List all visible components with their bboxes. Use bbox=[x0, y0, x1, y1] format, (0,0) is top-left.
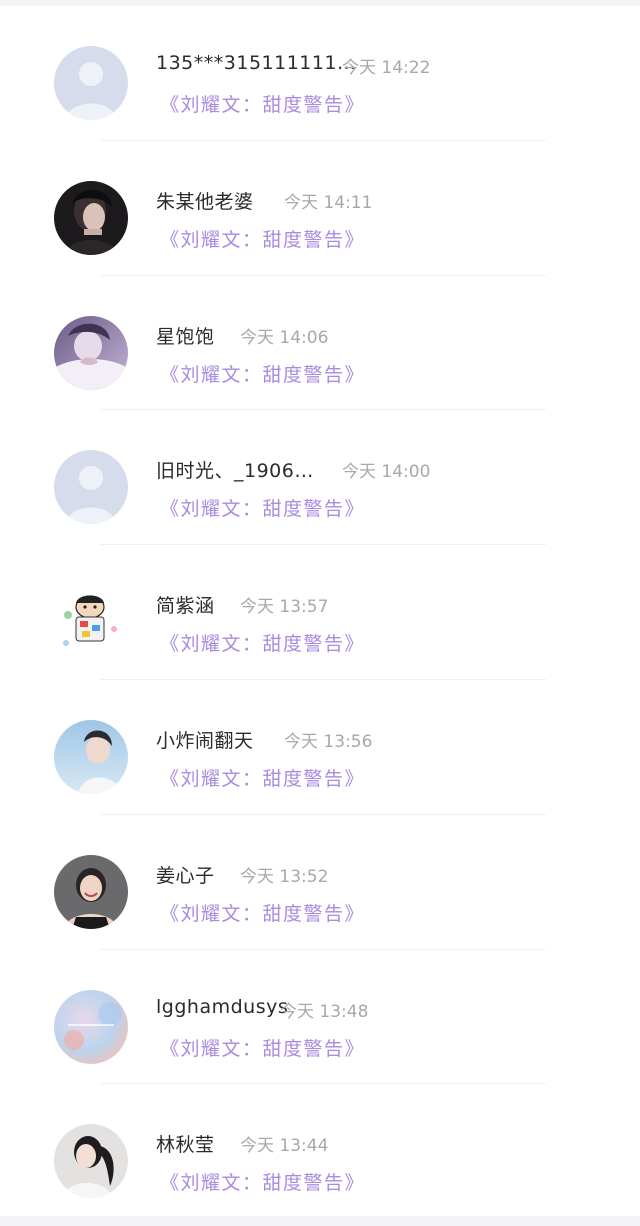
timestamp: 今天 13:56 bbox=[284, 731, 373, 752]
sender-name: 朱某他老婆 bbox=[156, 190, 254, 213]
sender-name: 简紫涵 bbox=[156, 595, 215, 618]
avatar[interactable] bbox=[54, 1124, 128, 1199]
avatar[interactable] bbox=[54, 315, 128, 390]
message-preview: 《刘耀文：甜度警告》 bbox=[160, 498, 366, 521]
ponytail-girl-image bbox=[54, 1124, 128, 1199]
purple-photo-image bbox=[54, 315, 128, 390]
bottom-edge bbox=[0, 1216, 640, 1226]
timestamp: 今天 13:44 bbox=[240, 1136, 329, 1157]
message-preview: 《刘耀文：甜度警告》 bbox=[160, 228, 366, 251]
message-preview: 《刘耀文：甜度警告》 bbox=[160, 633, 366, 656]
message-list: 135***315111111… 今天 14:22 《刘耀文：甜度警告》 朱某他… bbox=[0, 6, 640, 1219]
dark-portrait-image bbox=[54, 180, 128, 255]
sender-name: 星饱饱 bbox=[156, 325, 215, 348]
avatar[interactable] bbox=[54, 585, 128, 660]
message-preview: 《刘耀文：甜度警告》 bbox=[160, 1172, 366, 1195]
avatar[interactable] bbox=[54, 180, 128, 255]
blue-portrait-image bbox=[54, 719, 128, 794]
message-item[interactable]: 姜心子 今天 13:52 《刘耀文：甜度警告》 bbox=[0, 815, 640, 950]
message-item[interactable]: 135***315111111… 今天 14:22 《刘耀文：甜度警告》 bbox=[0, 6, 640, 141]
avatar[interactable] bbox=[54, 46, 128, 120]
sender-name: 林秋莹 bbox=[156, 1134, 215, 1157]
message-item[interactable]: 林秋莹 今天 13:44 《刘耀文：甜度警告》 bbox=[0, 1084, 640, 1219]
timestamp: 今天 14:11 bbox=[284, 192, 373, 213]
timestamp: 今天 14:06 bbox=[240, 327, 329, 348]
message-item[interactable]: lgghamdusys 今天 13:48 《刘耀文：甜度警告》 bbox=[0, 950, 640, 1085]
message-item[interactable]: 朱某他老婆 今天 14:11 《刘耀文：甜度警告》 bbox=[0, 141, 640, 276]
avatar[interactable] bbox=[54, 854, 128, 929]
default-avatar-icon bbox=[54, 450, 128, 525]
sender-name: 姜心子 bbox=[156, 864, 215, 887]
sender-name: 旧时光、_1906… bbox=[156, 460, 314, 483]
timestamp: 今天 14:22 bbox=[342, 58, 431, 78]
timestamp: 今天 13:52 bbox=[240, 866, 329, 887]
cartoon-sticker-image bbox=[54, 585, 128, 660]
message-preview: 《刘耀文：甜度警告》 bbox=[160, 902, 366, 925]
timestamp: 今天 13:57 bbox=[240, 597, 329, 618]
avatar[interactable] bbox=[54, 989, 128, 1064]
smiling-girl-image bbox=[54, 854, 128, 929]
message-preview: 《刘耀文：甜度警告》 bbox=[160, 1037, 366, 1060]
message-item[interactable]: 星饱饱 今天 14:06 《刘耀文：甜度警告》 bbox=[0, 276, 640, 411]
sender-name: 小炸闹翻天 bbox=[156, 729, 254, 752]
pastel-blur-image bbox=[54, 989, 128, 1064]
default-avatar-icon bbox=[54, 46, 128, 120]
message-item[interactable]: 旧时光、_1906… 今天 14:00 《刘耀文：甜度警告》 bbox=[0, 410, 640, 546]
message-preview: 《刘耀文：甜度警告》 bbox=[160, 94, 366, 116]
sender-name: 135***315111111… bbox=[156, 52, 357, 74]
message-item[interactable]: 小炸闹翻天 今天 13:56 《刘耀文：甜度警告》 bbox=[0, 680, 640, 815]
timestamp: 今天 14:00 bbox=[342, 462, 431, 483]
sender-name: lgghamdusys bbox=[156, 995, 289, 1018]
avatar[interactable] bbox=[54, 450, 128, 525]
avatar[interactable] bbox=[54, 719, 128, 794]
message-preview: 《刘耀文：甜度警告》 bbox=[160, 363, 366, 386]
message-item[interactable]: 简紫涵 今天 13:57 《刘耀文：甜度警告》 bbox=[0, 545, 640, 680]
message-preview: 《刘耀文：甜度警告》 bbox=[160, 767, 366, 790]
timestamp: 今天 13:48 bbox=[280, 1001, 369, 1022]
